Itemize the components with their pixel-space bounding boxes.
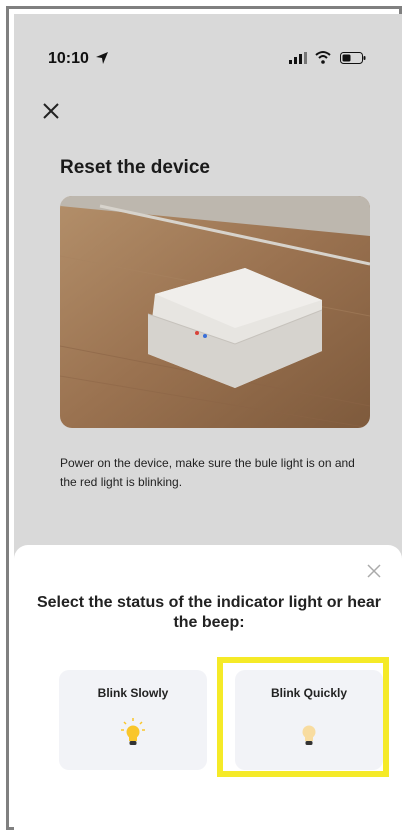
device-photo (60, 196, 370, 428)
highlight-box (217, 657, 389, 777)
wifi-icon (315, 51, 331, 64)
bulb-on-icon (121, 718, 145, 745)
location-arrow-icon (96, 52, 108, 64)
close-icon[interactable] (42, 102, 60, 120)
sheet-close-icon[interactable] (367, 564, 381, 578)
battery-icon (340, 52, 366, 64)
sheet-title: Select the status of the indicator light… (36, 594, 382, 631)
status-time: 10:10 (48, 50, 89, 67)
page-description: Power on the device, make sure the bule … (60, 456, 355, 489)
option-blink-slowly[interactable]: Blink Slowly (59, 670, 207, 770)
option-label: Blink Slowly (97, 686, 169, 700)
signal-icon (289, 52, 307, 64)
page-title: Reset the device (60, 157, 210, 178)
